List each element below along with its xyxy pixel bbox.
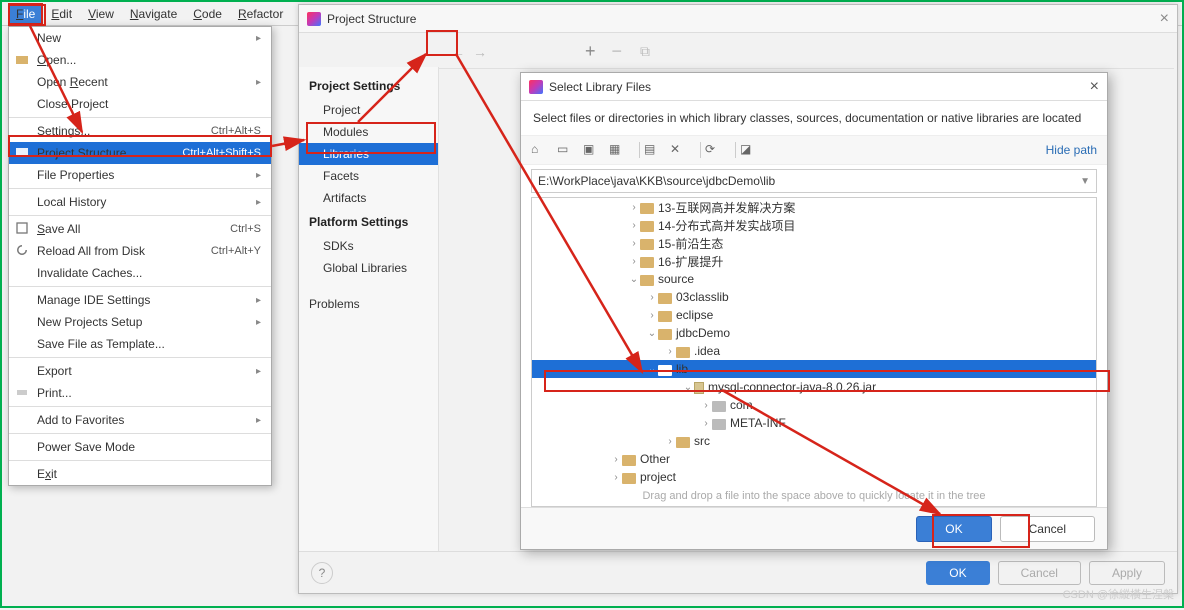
tree-item[interactable]: ›.idea <box>532 342 1096 360</box>
ps-nav-modules[interactable]: Modules <box>299 121 438 143</box>
copy-icon[interactable]: ⧉ <box>640 43 650 60</box>
mi-open-recent[interactable]: Open Recent▸ <box>9 71 271 93</box>
menu-edit[interactable]: Edit <box>43 5 80 23</box>
tree-item[interactable]: ›Other <box>532 450 1096 468</box>
lib-description: Select files or directories in which lib… <box>521 101 1107 135</box>
ps-nav: Project Settings Project Modules Librari… <box>299 67 439 551</box>
mi-open[interactable]: Open... <box>9 49 271 71</box>
mi-export[interactable]: Export▸ <box>9 360 271 382</box>
menu-file[interactable]: FFileile <box>8 3 43 25</box>
watermark: CSDN @徐縱橫生涅槃 <box>1063 586 1174 602</box>
ps-nav-artifacts[interactable]: Artifacts <box>299 187 438 209</box>
file-menu-popup: New▸ Open... Open Recent▸ Close Project … <box>8 26 272 486</box>
remove-icon[interactable]: − <box>612 41 623 62</box>
ps-nav-global[interactable]: Global Libraries <box>299 257 438 279</box>
ps-nav-problems[interactable]: Problems <box>299 293 438 315</box>
home-icon[interactable]: ⌂ <box>531 142 547 158</box>
ps-footer: ? OK Cancel Apply <box>299 551 1177 593</box>
ps-toolbar: ← → + − ⧉ <box>439 35 1174 69</box>
ps-titlebar: Project Structure × <box>299 5 1177 33</box>
tree-item[interactable]: ›src <box>532 432 1096 450</box>
menu-view[interactable]: View <box>80 5 122 23</box>
tree-hint: Drag and drop a file into the space abov… <box>532 490 1096 502</box>
menu-code[interactable]: Code <box>185 5 230 23</box>
tree-item[interactable]: ›13-互联网高并发解决方案 <box>532 198 1096 216</box>
tree-item[interactable]: ›14-分布式高并发实战项目 <box>532 216 1096 234</box>
tree-item[interactable]: ⌄source <box>532 270 1096 288</box>
lib-titlebar: Select Library Files × <box>521 73 1107 101</box>
mi-favorites[interactable]: Add to Favorites▸ <box>9 409 271 431</box>
file-tree[interactable]: ›13-互联网高并发解决方案 ›14-分布式高并发实战项目 ›15-前沿生态 ›… <box>531 197 1097 507</box>
ps-cancel-button[interactable]: Cancel <box>998 561 1081 585</box>
refresh-icon[interactable]: ⟳ <box>705 142 721 158</box>
mi-new-projects[interactable]: New Projects Setup▸ <box>9 311 271 333</box>
mi-project-structure[interactable]: Project Structure...Ctrl+Alt+Shift+S <box>9 142 271 164</box>
intellij-icon <box>307 12 321 26</box>
delete-icon[interactable]: ✕ <box>670 142 686 158</box>
show-hidden-icon[interactable]: ◪ <box>740 142 756 158</box>
tree-item-lib[interactable]: ⌄lib <box>532 360 1096 378</box>
ps-title-text: Project Structure <box>327 12 416 26</box>
close-icon[interactable]: × <box>1160 10 1169 28</box>
lib-ok-button[interactable]: OK <box>916 516 991 542</box>
back-icon[interactable]: ← <box>451 44 465 60</box>
tree-item[interactable]: ›com <box>532 396 1096 414</box>
ps-nav-libraries[interactable]: Libraries <box>299 143 438 165</box>
mi-save-template: Save File as Template... <box>9 333 271 355</box>
mi-reload[interactable]: Reload All from DiskCtrl+Alt+Y <box>9 240 271 262</box>
mi-manage-ide[interactable]: Manage IDE Settings▸ <box>9 289 271 311</box>
ps-nav-project[interactable]: Project <box>299 99 438 121</box>
mi-save-all[interactable]: Save AllCtrl+S <box>9 218 271 240</box>
ps-nav-hdr-settings: Project Settings <box>299 73 438 99</box>
hide-path-link[interactable]: Hide path <box>1046 143 1097 157</box>
path-input[interactable] <box>538 174 1080 188</box>
lib-cancel-button[interactable]: Cancel <box>1000 516 1095 542</box>
ps-apply-button[interactable]: Apply <box>1089 561 1165 585</box>
module-icon[interactable]: ▦ <box>609 142 625 158</box>
mi-file-properties[interactable]: File Properties▸ <box>9 164 271 186</box>
select-library-dialog: Select Library Files × Select files or d… <box>520 72 1108 550</box>
mi-print: Print... <box>9 382 271 404</box>
tree-item[interactable]: ›eclipse <box>532 306 1096 324</box>
tree-item[interactable]: ⌄mysql-connector-java-8.0.26.jar <box>532 378 1096 396</box>
mi-close-project[interactable]: Close Project <box>9 93 271 115</box>
tree-item[interactable]: ›16-扩展提升 <box>532 252 1096 270</box>
path-dropdown-icon[interactable]: ▼ <box>1080 176 1090 187</box>
help-icon[interactable]: ? <box>311 562 333 584</box>
mi-new[interactable]: New▸ <box>9 27 271 49</box>
new-folder-icon[interactable]: ▤ <box>644 142 660 158</box>
project-icon[interactable]: ▣ <box>583 142 599 158</box>
menu-refactor[interactable]: Refactor <box>230 5 291 23</box>
ps-nav-sdks[interactable]: SDKs <box>299 235 438 257</box>
tree-item[interactable]: ›03classlib <box>532 288 1096 306</box>
mi-local-history[interactable]: Local History▸ <box>9 191 271 213</box>
mi-settings[interactable]: Settings...Ctrl+Alt+S <box>9 120 271 142</box>
lib-title-text: Select Library Files <box>549 80 651 94</box>
intellij-icon <box>529 80 543 94</box>
mi-power-save[interactable]: Power Save Mode <box>9 436 271 458</box>
ps-nav-facets[interactable]: Facets <box>299 165 438 187</box>
tree-item[interactable]: ⌄jdbcDemo <box>532 324 1096 342</box>
lib-footer: OK Cancel <box>521 507 1107 549</box>
tree-item[interactable]: ›15-前沿生态 <box>532 234 1096 252</box>
close-icon[interactable]: × <box>1090 78 1099 96</box>
desktop-icon[interactable]: ▭ <box>557 142 573 158</box>
path-field[interactable]: ▼ <box>531 169 1097 193</box>
forward-icon[interactable]: → <box>473 44 487 60</box>
ps-ok-button[interactable]: OK <box>926 561 989 585</box>
add-icon[interactable]: + <box>585 41 596 62</box>
tree-item[interactable]: ›project <box>532 468 1096 486</box>
mi-exit[interactable]: Exit <box>9 463 271 485</box>
tree-item[interactable]: ›META-INF <box>532 414 1096 432</box>
ps-nav-hdr-platform: Platform Settings <box>299 209 438 235</box>
lib-toolbar: ⌂ ▭ ▣ ▦ ▤ ✕ ⟳ ◪ Hide path <box>521 135 1107 165</box>
menu-navigate[interactable]: Navigate <box>122 5 185 23</box>
mi-invalidate[interactable]: Invalidate Caches... <box>9 262 271 284</box>
